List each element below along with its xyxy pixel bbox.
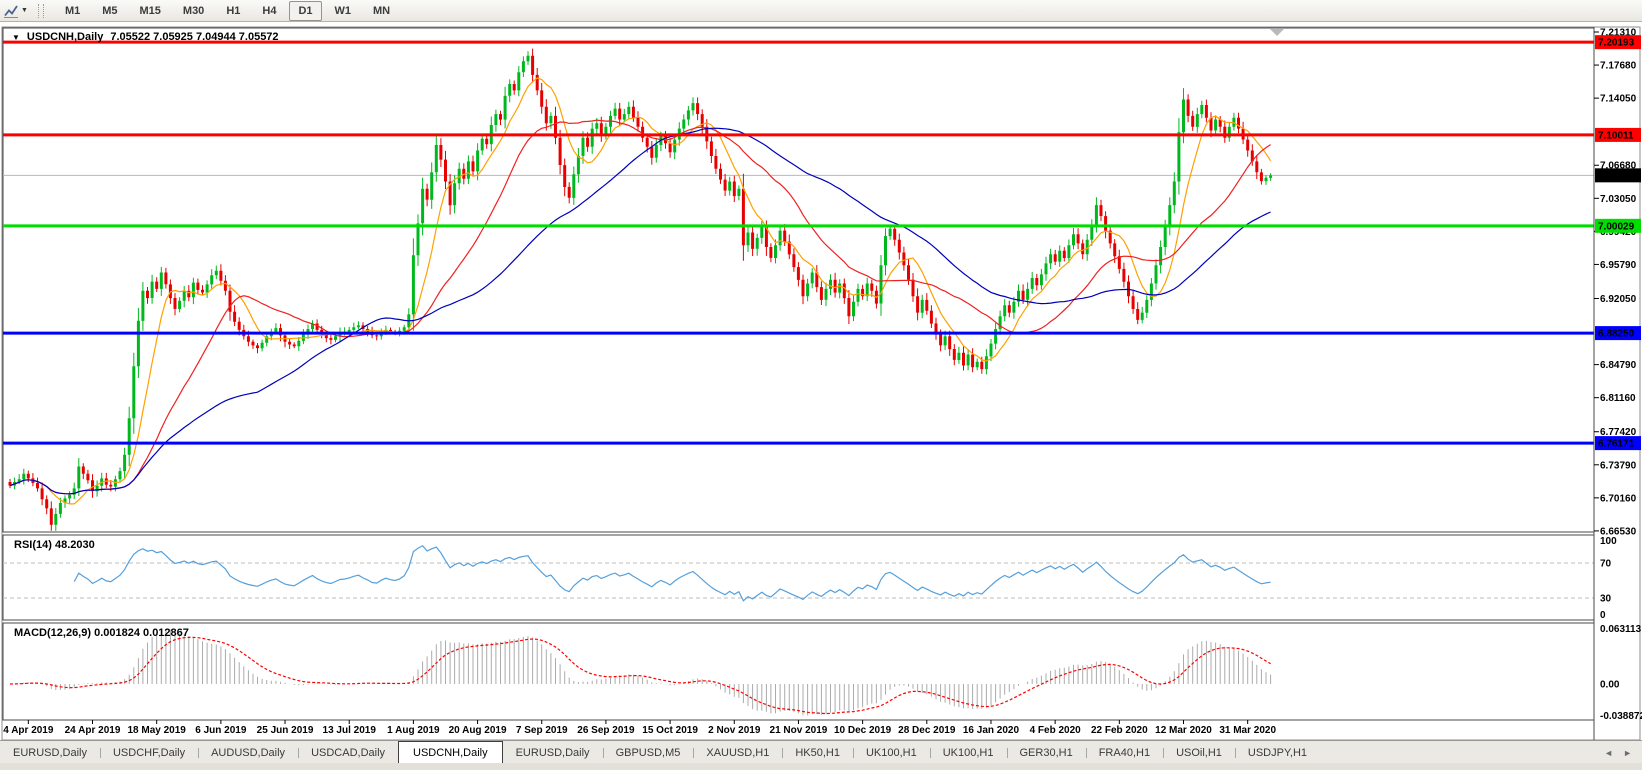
price-level-badge-label: 7.10011 <box>1598 130 1634 141</box>
rsi-axis-label: 30 <box>1600 594 1612 605</box>
date-label: 28 Dec 2019 <box>898 725 956 736</box>
price-axis-label: 6.70160 <box>1600 493 1637 504</box>
rsi-axis-label: 100 <box>1600 536 1617 547</box>
price-axis-label: 6.92050 <box>1600 294 1637 305</box>
date-label: 24 Apr 2019 <box>65 725 121 736</box>
rsi-axis-label: 70 <box>1600 559 1612 570</box>
price-axis-label: 6.73790 <box>1600 460 1637 471</box>
date-label: 4 Apr 2019 <box>3 725 54 736</box>
price-level-badge-label: 7.20193 <box>1598 38 1635 49</box>
price-axis-label: 7.14050 <box>1600 94 1637 105</box>
date-label: 4 Feb 2020 <box>1030 725 1082 736</box>
chart-ohlc-values: 7.05522 7.05925 7.04944 7.05572 <box>110 31 278 43</box>
price-axis-label: 7.03050 <box>1600 194 1637 205</box>
price-level-badge-label: 6.88250 <box>1598 329 1635 340</box>
date-label: 16 Jan 2020 <box>963 725 1020 736</box>
macd-indicator-label: MACD(12,26,9) 0.001824 0.012867 <box>14 627 189 639</box>
macd-axis-label: 0.00 <box>1600 680 1620 691</box>
price-axis-label: 7.17680 <box>1600 61 1637 72</box>
rsi-pane <box>3 535 1594 620</box>
price-level-badge-label: 6.76171 <box>1598 439 1635 450</box>
price-axis-label: 6.95790 <box>1600 260 1637 271</box>
macd-axis-label: -0.038872 <box>1600 711 1642 722</box>
date-label: 25 Jun 2019 <box>257 725 314 736</box>
date-label: 10 Dec 2019 <box>834 725 892 736</box>
tab-usdcnh-daily[interactable]: USDCNH,Daily <box>398 741 503 763</box>
chart-canvas[interactable]: 7.213107.176807.140507.066807.030506.994… <box>0 0 1642 770</box>
macd-axis-label: 0.063113 <box>1600 624 1642 635</box>
trading-terminal: ▼ M1M5M15M30H1H4D1W1MN ▼ USDCNH,Daily 7.… <box>0 0 1642 770</box>
rsi-indicator-label: RSI(14) 48.2030 <box>14 539 95 551</box>
date-label: 1 Aug 2019 <box>387 725 440 736</box>
date-label: 2 Nov 2019 <box>708 725 761 736</box>
date-label: 20 Aug 2019 <box>449 725 507 736</box>
price-axis-label: 6.84790 <box>1600 360 1637 371</box>
price-axis-label: 6.81160 <box>1600 393 1636 404</box>
date-label: 21 Nov 2019 <box>770 725 828 736</box>
date-label: 7 Sep 2019 <box>516 725 568 736</box>
date-label: 18 May 2019 <box>127 725 186 736</box>
date-label: 26 Sep 2019 <box>577 725 635 736</box>
date-label: 12 Mar 2020 <box>1155 725 1212 736</box>
date-label: 6 Jun 2019 <box>195 725 247 736</box>
price-level-badge-label: 7.05572 <box>1598 171 1635 182</box>
rsi-axis-label: 0 <box>1600 610 1606 621</box>
chart-menu-caret-icon[interactable]: ▼ <box>12 33 20 42</box>
price-level-badge-label: 7.00029 <box>1598 221 1635 232</box>
date-label: 13 Jul 2019 <box>323 725 377 736</box>
chart-symbol-period: USDCNH,Daily <box>27 31 103 43</box>
date-label: 22 Feb 2020 <box>1091 725 1148 736</box>
chart-title: ▼ USDCNH,Daily 7.05522 7.05925 7.04944 7… <box>12 31 279 43</box>
date-label: 31 Mar 2020 <box>1219 725 1276 736</box>
date-label: 15 Oct 2019 <box>642 725 698 736</box>
